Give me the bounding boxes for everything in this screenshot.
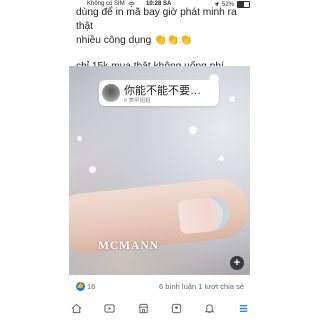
like-icon: 👍 [76, 282, 85, 291]
post-text-line1: dùng để in mã bay giờ phát minh ra thật [76, 7, 237, 32]
nav-notifications[interactable] [202, 301, 218, 315]
bell-icon [205, 303, 215, 313]
comments-shares[interactable]: 6 bình luận 1 lượt chia sẻ [159, 282, 244, 291]
like-count-number: 16 [87, 282, 96, 291]
nav-menu[interactable] [235, 301, 251, 315]
video-watermark: MCMANN [98, 240, 159, 252]
clap-emoji: 👏👏👏 [154, 35, 193, 46]
nav-groups[interactable] [169, 301, 185, 315]
video-icon [104, 303, 116, 313]
like-count[interactable]: 👍 16 [76, 282, 95, 291]
groups-icon [172, 303, 182, 313]
marketplace-icon [138, 303, 149, 313]
home-icon [71, 303, 82, 313]
reactions-row: 👍 16 6 bình luận 1 lượt chia sẻ [76, 282, 244, 294]
add-button[interactable]: + [230, 256, 244, 270]
caption-avatar [102, 84, 120, 102]
video-caption: 你能不能不要… # 美甲姐姐 [99, 80, 219, 106]
nav-video[interactable] [102, 301, 118, 315]
bottom-nav [60, 300, 260, 316]
caption-subtitle: # 美甲姐姐 [124, 98, 151, 104]
post-text: dùng để in mã bay giờ phát minh ra thật … [76, 6, 256, 74]
menu-icon [239, 304, 247, 312]
nav-home[interactable] [69, 301, 85, 315]
post-text-line2: nhiều công dụng 👏👏👏 [76, 35, 193, 46]
nav-marketplace[interactable] [135, 301, 151, 315]
video-player[interactable]: 你能不能不要… # 美甲姐姐 MCMANN + [69, 66, 250, 275]
